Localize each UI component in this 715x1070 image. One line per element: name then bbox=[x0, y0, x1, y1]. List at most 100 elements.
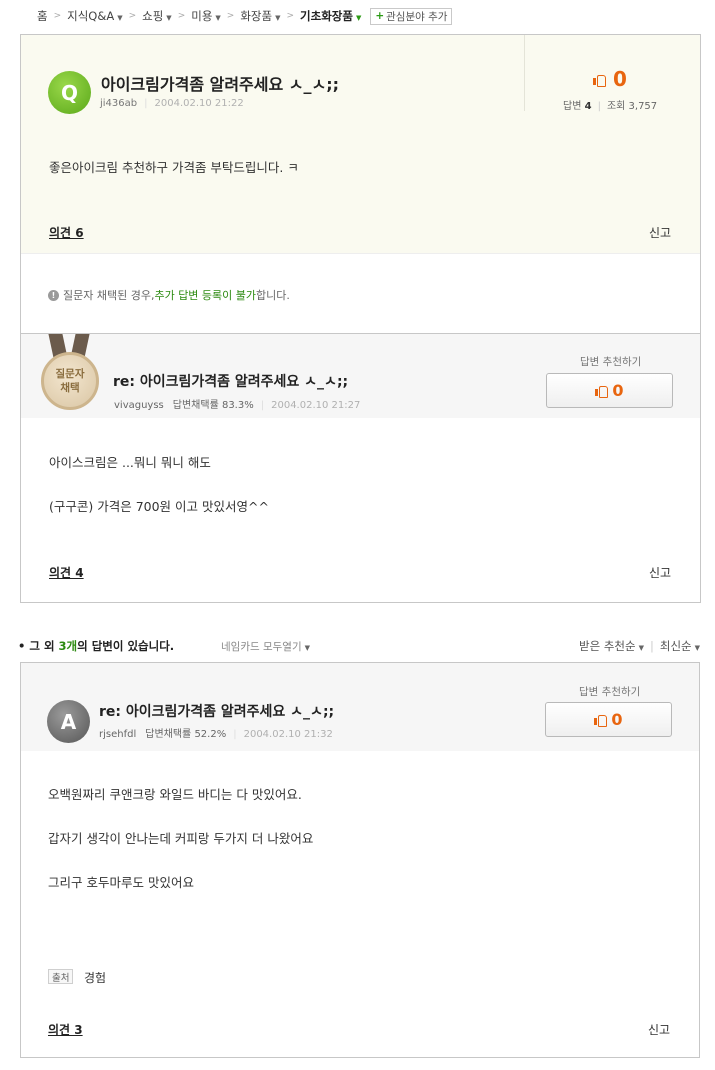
breadcrumb-label: 미용 bbox=[191, 9, 213, 23]
breadcrumb-shopping[interactable]: 쇼핑 ▼ bbox=[142, 8, 172, 24]
sort-by-recommend[interactable]: 받은 추천순 ▼ bbox=[579, 639, 644, 653]
answer-opinion-link[interactable]: 의견 3 bbox=[48, 1021, 83, 1038]
chosen-answer-report-link[interactable]: 신고 bbox=[649, 564, 671, 581]
others-count: 3개 bbox=[58, 639, 78, 653]
divider: | bbox=[233, 729, 237, 740]
question-stats: 답변 4 | 조회 3,757 bbox=[563, 97, 657, 112]
adoption-notice: ! 질문자 채택된 경우, 추가 답변 등록이 불가 합니다. bbox=[21, 253, 700, 333]
questioner-choice-medal-icon: 질문자채택 bbox=[41, 352, 99, 410]
chosen-answer-line: 아이스크림은 ...뭐니 뭐니 해도 bbox=[49, 455, 211, 470]
breadcrumb-basic-cosmetics[interactable]: 기초화장품 ▼ bbox=[300, 8, 361, 24]
chosen-answer-author[interactable]: vivaguyss bbox=[114, 400, 164, 411]
caret-down-icon: ▼ bbox=[638, 644, 644, 652]
answer-date: 2004.02.10 21:32 bbox=[243, 729, 333, 740]
chosen-answer-title: re: 아이크림가격좀 알려주세요 ㅅ_ㅅ;; bbox=[113, 374, 349, 390]
breadcrumb-label: 쇼핑 bbox=[142, 9, 164, 23]
chosen-answer: 질문자채택 re: 아이크림가격좀 알려주세요 ㅅ_ㅅ;; vivaguyss 답… bbox=[21, 333, 700, 602]
namecard-label: 네임카드 모두열기 bbox=[221, 641, 302, 653]
answer-author[interactable]: rjsehfdl bbox=[99, 729, 136, 740]
adopt-rate: 83.3% bbox=[221, 400, 254, 411]
sort-latest-label: 최신순 bbox=[659, 639, 692, 653]
others-suffix: 의 답변이 있습니다. bbox=[77, 639, 175, 653]
others-prefix: 그 외 bbox=[29, 639, 59, 653]
answers-label: 답변 bbox=[563, 101, 582, 112]
chosen-answer-line: (구구콘) 가격은 700원 이고 맛있서영^^ bbox=[49, 499, 269, 514]
breadcrumb-beauty[interactable]: 미용 ▼ bbox=[191, 8, 221, 24]
question-date: 2004.02.10 21:22 bbox=[154, 98, 244, 109]
other-answers-count-text: • 그 외 3개의 답변이 있습니다. bbox=[18, 639, 175, 653]
divider: | bbox=[649, 639, 654, 653]
chosen-answer-header: 질문자채택 re: 아이크림가격좀 알려주세요 ㅅ_ㅅ;; vivaguyss 답… bbox=[21, 334, 700, 418]
divider: | bbox=[597, 101, 601, 112]
sort-options: 받은 추천순 ▼ | 최신순 ▼ bbox=[579, 638, 700, 654]
recommend-label: 답변 추천하기 bbox=[579, 686, 641, 698]
breadcrumb-home[interactable]: 홈 bbox=[37, 8, 48, 24]
breadcrumb-qna[interactable]: 지식Q&A ▼ bbox=[67, 8, 122, 24]
question-opinion-link[interactable]: 의견 6 bbox=[49, 224, 84, 241]
thumbs-up-icon bbox=[593, 74, 606, 87]
views-count: 3,757 bbox=[628, 101, 658, 112]
sort-by-latest[interactable]: 최신순 ▼ bbox=[660, 639, 700, 653]
sort-recommend-label: 받은 추천순 bbox=[579, 639, 636, 653]
divider: | bbox=[144, 98, 148, 109]
breadcrumb-label: 화장품 bbox=[240, 9, 273, 23]
adopt-rate: 52.2% bbox=[194, 729, 227, 740]
question-report-link[interactable]: 신고 bbox=[649, 224, 671, 241]
answer-a-icon: A bbox=[47, 700, 90, 743]
medal-line2: 채택 bbox=[60, 382, 80, 394]
caret-down-icon: ▼ bbox=[215, 14, 221, 22]
question-box: Q 아이크림가격좀 알려주세요 ㅅ_ㅅ;; ji436ab | 2004.02.10… bbox=[20, 34, 701, 603]
caret-down-icon: ▼ bbox=[694, 644, 700, 652]
caret-down-icon: ▼ bbox=[304, 644, 311, 652]
adopt-rate-label: 답변채택률 bbox=[172, 400, 219, 411]
notice-highlight: 추가 답변 등록이 불가 bbox=[154, 289, 257, 302]
answer-report-link[interactable]: 신고 bbox=[648, 1021, 670, 1038]
info-icon: ! bbox=[48, 289, 59, 301]
chevron-right-icon: > bbox=[177, 11, 186, 21]
notice-suffix: 합니다. bbox=[256, 289, 290, 302]
answer-line: 갑자기 생각이 안나는데 커피랑 두가지 더 나왔어요 bbox=[48, 831, 314, 846]
recommend-count: 0 bbox=[611, 710, 623, 729]
recommend-count: 0 bbox=[612, 381, 624, 400]
chevron-right-icon: > bbox=[128, 11, 137, 21]
recommend-answer-button[interactable]: 0 bbox=[546, 373, 673, 408]
question-body: 좋은아이크림 추천하구 가격좀 부탁드립니다. ㅋ bbox=[49, 160, 299, 175]
answer-meta: rjsehfdl 답변채택률 52.2% | 2004.02.10 21:32 bbox=[99, 725, 333, 740]
answer-line: 오백원짜리 쿠앤크랑 와일드 바디는 다 맛있어요. bbox=[48, 787, 302, 802]
chevron-right-icon: > bbox=[286, 11, 295, 21]
namecard-open-all-toggle[interactable]: 네임카드 모두열기 ▼ bbox=[221, 639, 310, 654]
question-recommend[interactable]: 0 bbox=[593, 67, 627, 91]
question-title: 아이크림가격좀 알려주세요 ㅅ_ㅅ;; bbox=[101, 75, 340, 94]
breadcrumb-label: 지식Q&A bbox=[67, 9, 115, 23]
answer-line: 그리구 호두마루도 맛있어요 bbox=[48, 875, 194, 890]
chosen-answer-date: 2004.02.10 21:27 bbox=[271, 400, 361, 411]
divider bbox=[524, 35, 525, 111]
breadcrumb-label: 기초화장품 bbox=[300, 9, 353, 23]
question-recommend-count: 0 bbox=[613, 67, 627, 91]
other-answers-header: • 그 외 3개의 답변이 있습니다. 네임카드 모두열기 ▼ 받은 추천순 ▼ | 최… bbox=[18, 638, 703, 654]
divider: | bbox=[260, 400, 265, 411]
thumbs-up-icon bbox=[595, 385, 609, 398]
views-label: 조회 bbox=[606, 101, 626, 112]
medal-line1: 질문자 bbox=[55, 368, 85, 380]
chevron-right-icon: > bbox=[53, 11, 62, 21]
caret-down-icon: ▼ bbox=[275, 14, 281, 22]
chevron-right-icon: > bbox=[226, 11, 235, 21]
chosen-answer-opinion-link[interactable]: 의견 4 bbox=[49, 564, 84, 581]
breadcrumb-cosmetics[interactable]: 화장품 ▼ bbox=[240, 8, 280, 24]
answers-count: 4 bbox=[584, 101, 592, 112]
notice-prefix: 질문자 채택된 경우, bbox=[63, 289, 155, 302]
answer-title: re: 아이크림가격좀 알려주세요 ㅅ_ㅅ;; bbox=[99, 704, 335, 720]
chosen-answer-meta: vivaguyss 답변채택률 83.3% | 2004.02.10 21:27 bbox=[114, 396, 360, 411]
caret-down-icon: ▼ bbox=[166, 14, 172, 22]
source-tag: 출처 bbox=[48, 969, 74, 984]
answer-card: A re: 아이크림가격좀 알려주세요 ㅅ_ㅅ;; rjsehfdl 답변채택률 … bbox=[20, 662, 700, 1058]
question-q-icon: Q bbox=[48, 71, 91, 114]
caret-down-icon: ▼ bbox=[117, 14, 123, 22]
thumbs-up-icon bbox=[594, 714, 608, 727]
adopt-rate-label: 답변채택률 bbox=[145, 729, 192, 740]
question-author[interactable]: ji436ab bbox=[100, 98, 137, 109]
add-interest-button[interactable]: + 관심분야 추가 bbox=[370, 7, 453, 25]
answer-header: A re: 아이크림가격좀 알려주세요 ㅅ_ㅅ;; rjsehfdl 답변채택률 … bbox=[21, 663, 699, 751]
recommend-answer-button[interactable]: 0 bbox=[545, 702, 672, 737]
